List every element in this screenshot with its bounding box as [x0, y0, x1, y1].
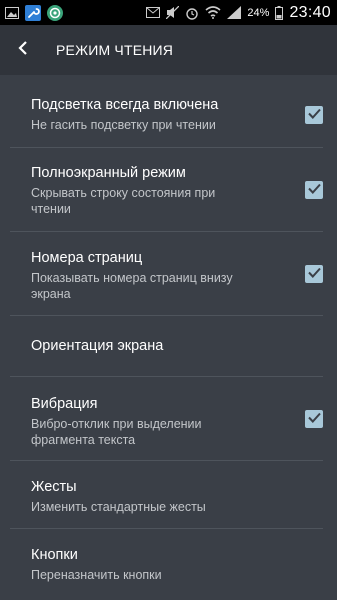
setting-subtitle: Скрывать строку состояния при чтении	[31, 186, 216, 216]
settings-list: Подсветка всегда включена Не гасить подс…	[0, 82, 337, 589]
setting-subtitle: Переназначить кнопки	[31, 568, 162, 582]
image-icon	[5, 6, 19, 19]
check-icon	[307, 181, 321, 199]
wrench-app-icon	[25, 4, 41, 21]
setting-title: Вибрация	[31, 396, 98, 412]
page-title: РЕЖИМ ЧТЕНИЯ	[56, 42, 174, 58]
mail-icon	[146, 7, 161, 18]
setting-title: Подсветка всегда включена	[31, 97, 219, 113]
setting-subtitle: Не гасить подсветку при чтении	[31, 118, 216, 132]
setting-page-numbers[interactable]: Номера страниц Показывать номера страниц…	[10, 232, 323, 316]
setting-title: Номера страниц	[31, 250, 143, 266]
setting-buttons[interactable]: Кнопки Переназначить кнопки	[10, 529, 323, 589]
backlight-checkbox[interactable]	[305, 105, 323, 124]
toolbar: РЕЖИМ ЧТЕНИЯ	[0, 25, 337, 75]
setting-subtitle: Изменить стандартные жесты	[31, 500, 206, 514]
alarm-icon	[185, 6, 199, 20]
battery-icon	[275, 5, 284, 20]
setting-backlight[interactable]: Подсветка всегда включена Не гасить подс…	[10, 82, 323, 148]
status-bar: 24% 23:40	[0, 0, 337, 25]
back-button[interactable]	[3, 25, 43, 75]
setting-gestures[interactable]: Жесты Изменить стандартные жесты	[10, 461, 323, 529]
notification-icons	[5, 0, 63, 25]
check-icon	[307, 410, 321, 428]
chevron-left-icon	[18, 40, 28, 60]
setting-fullscreen[interactable]: Полноэкранный режим Скрывать строку сост…	[10, 148, 323, 232]
setting-title: Ориентация экрана	[31, 337, 164, 354]
mute-icon	[166, 6, 180, 19]
check-icon	[307, 265, 321, 283]
sync-app-icon	[47, 4, 63, 21]
vibration-checkbox[interactable]	[305, 409, 323, 428]
setting-title: Жесты	[31, 479, 77, 495]
battery-percent: 24%	[247, 6, 270, 19]
setting-subtitle: Показывать номера страниц внизу экрана	[31, 271, 233, 301]
check-icon	[307, 106, 321, 124]
wifi-icon	[205, 6, 221, 19]
clock: 23:40	[289, 3, 331, 21]
setting-vibration[interactable]: Вибрация Вибро-отклик при выделении фраг…	[10, 377, 323, 461]
signal-icon	[227, 6, 242, 19]
page-numbers-checkbox[interactable]	[305, 264, 323, 283]
setting-title: Кнопки	[31, 547, 78, 563]
setting-orientation[interactable]: Ориентация экрана	[10, 316, 323, 377]
system-icons: 24% 23:40	[146, 0, 331, 25]
fullscreen-checkbox[interactable]	[305, 180, 323, 199]
setting-title: Полноэкранный режим	[31, 165, 186, 181]
setting-subtitle: Вибро-отклик при выделении фрагмента тек…	[31, 417, 202, 447]
